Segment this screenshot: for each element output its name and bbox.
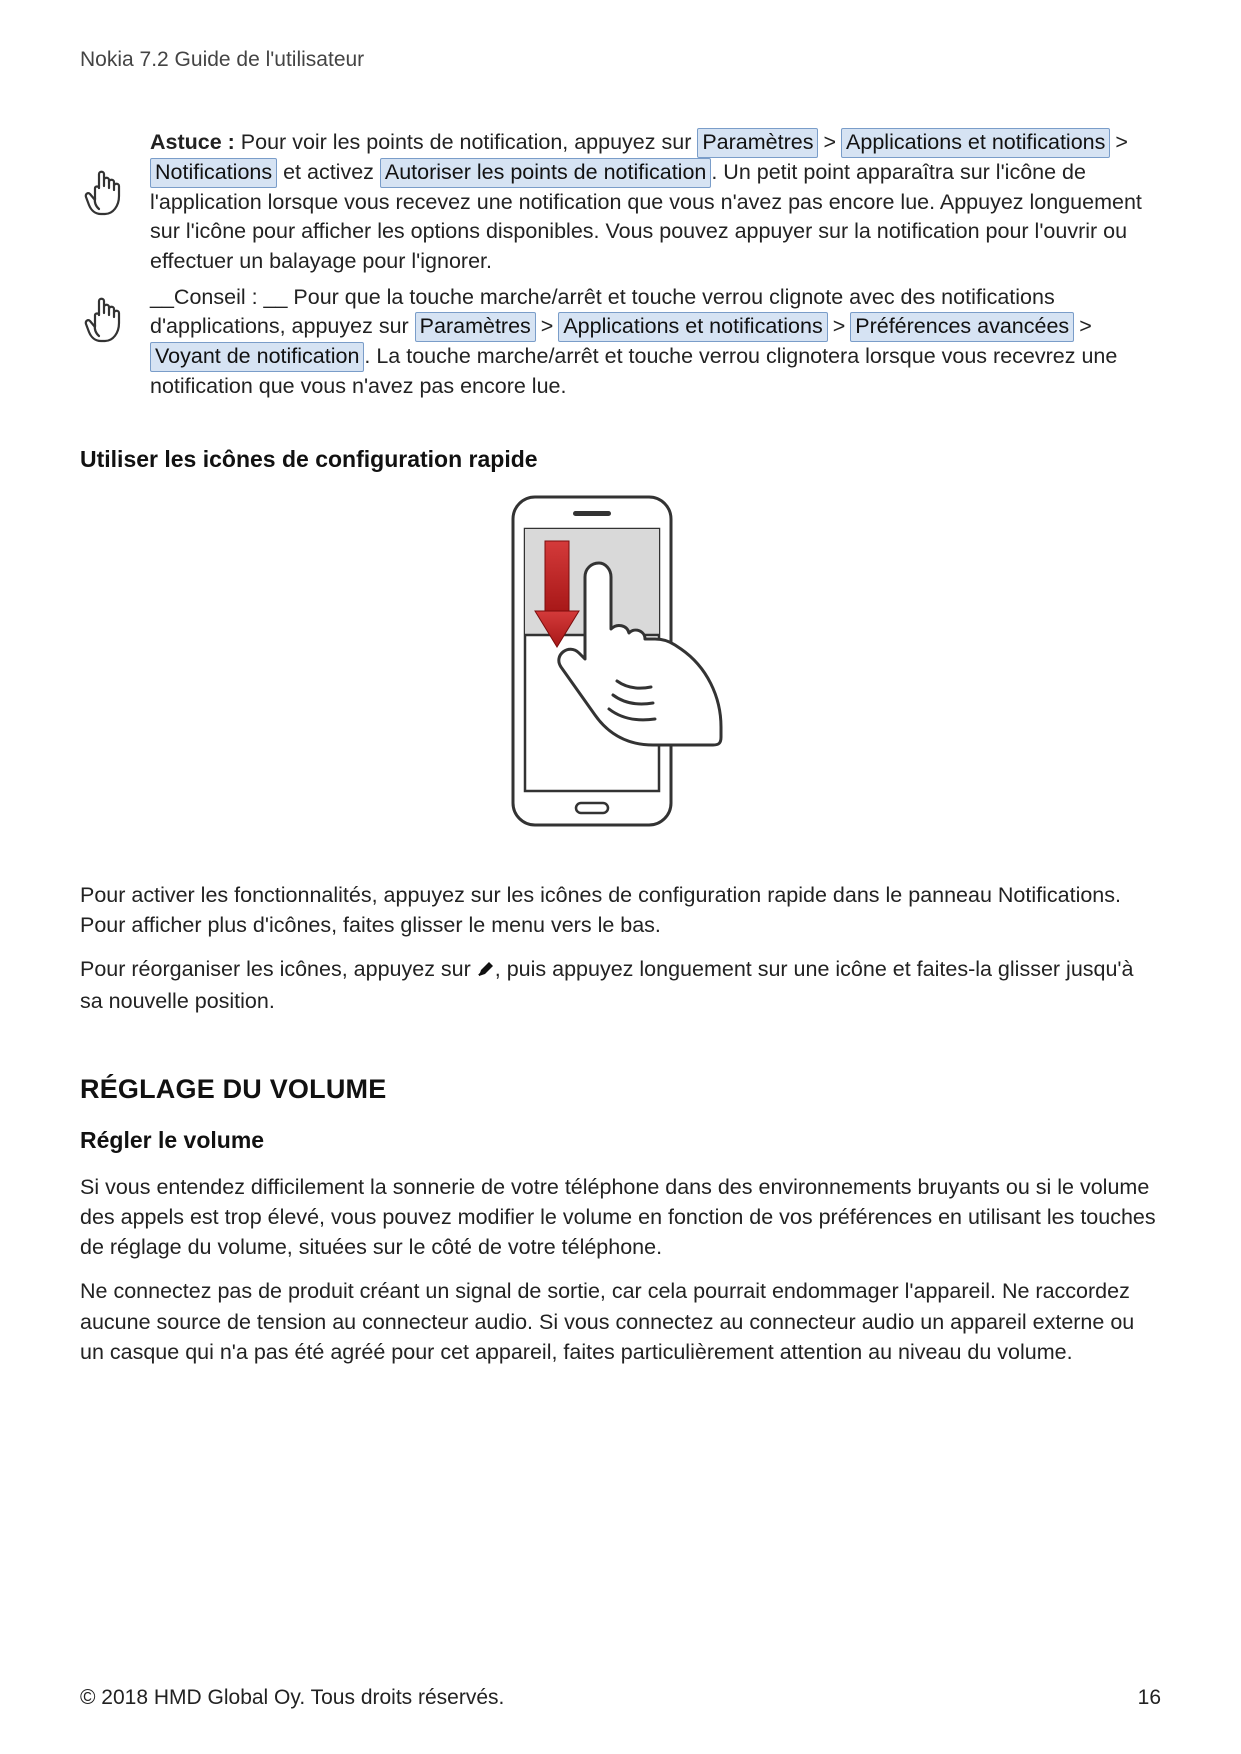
- text: Pour réorganiser les icônes, appuyez sur: [80, 957, 477, 981]
- tip-text: Astuce : Pour voir les points de notific…: [150, 128, 1161, 277]
- apps-notifications-highlight: Applications et notifications: [841, 128, 1110, 158]
- copyright-text: © 2018 HMD Global Oy. Tous droits réserv…: [80, 1686, 504, 1710]
- allow-dots-highlight: Autoriser les points de notification: [380, 158, 711, 188]
- tip-block-conseil: __Conseil : __ Pour que la touche marche…: [80, 283, 1161, 402]
- notifications-highlight: Notifications: [150, 158, 277, 188]
- paragraph: Pour activer les fonctionnalités, appuye…: [80, 880, 1161, 940]
- page-header: Nokia 7.2 Guide de l'utilisateur: [80, 48, 1161, 72]
- pen-edit-icon: [477, 956, 495, 986]
- tip-label: Astuce :: [150, 130, 235, 154]
- text: Pour voir les points de notification, ap…: [235, 130, 698, 154]
- volume-heading: RÉGLAGE DU VOLUME: [80, 1074, 1161, 1105]
- hand-point-up-icon: [80, 128, 128, 220]
- phone-swipe-down-illustration: [80, 491, 1161, 856]
- notification-light-highlight: Voyant de notification: [150, 342, 364, 372]
- tip-block-astuce: Astuce : Pour voir les points de notific…: [80, 128, 1161, 277]
- apps-notifications-highlight: Applications et notifications: [558, 312, 827, 342]
- separator: >: [828, 312, 851, 342]
- separator: >: [536, 312, 559, 342]
- paragraph: Si vous entendez difficilement la sonner…: [80, 1172, 1161, 1262]
- separator: >: [818, 128, 841, 158]
- separator: >: [1110, 128, 1133, 158]
- page-number: 16: [1138, 1686, 1161, 1710]
- separator: >: [1074, 312, 1097, 342]
- advanced-prefs-highlight: Préférences avancées: [850, 312, 1074, 342]
- text: et activez: [277, 160, 380, 184]
- hand-point-up-icon: [80, 283, 128, 347]
- settings-highlight: Paramètres: [415, 312, 536, 342]
- settings-highlight: Paramètres: [697, 128, 818, 158]
- paragraph: Ne connectez pas de produit créant un si…: [80, 1276, 1161, 1366]
- paragraph: Pour réorganiser les icônes, appuyez sur…: [80, 954, 1161, 1016]
- quick-icons-heading: Utiliser les icônes de configuration rap…: [80, 446, 1161, 473]
- page-footer: © 2018 HMD Global Oy. Tous droits réserv…: [80, 1686, 1161, 1710]
- tip-text: __Conseil : __ Pour que la touche marche…: [150, 283, 1161, 402]
- adjust-volume-heading: Régler le volume: [80, 1127, 1161, 1154]
